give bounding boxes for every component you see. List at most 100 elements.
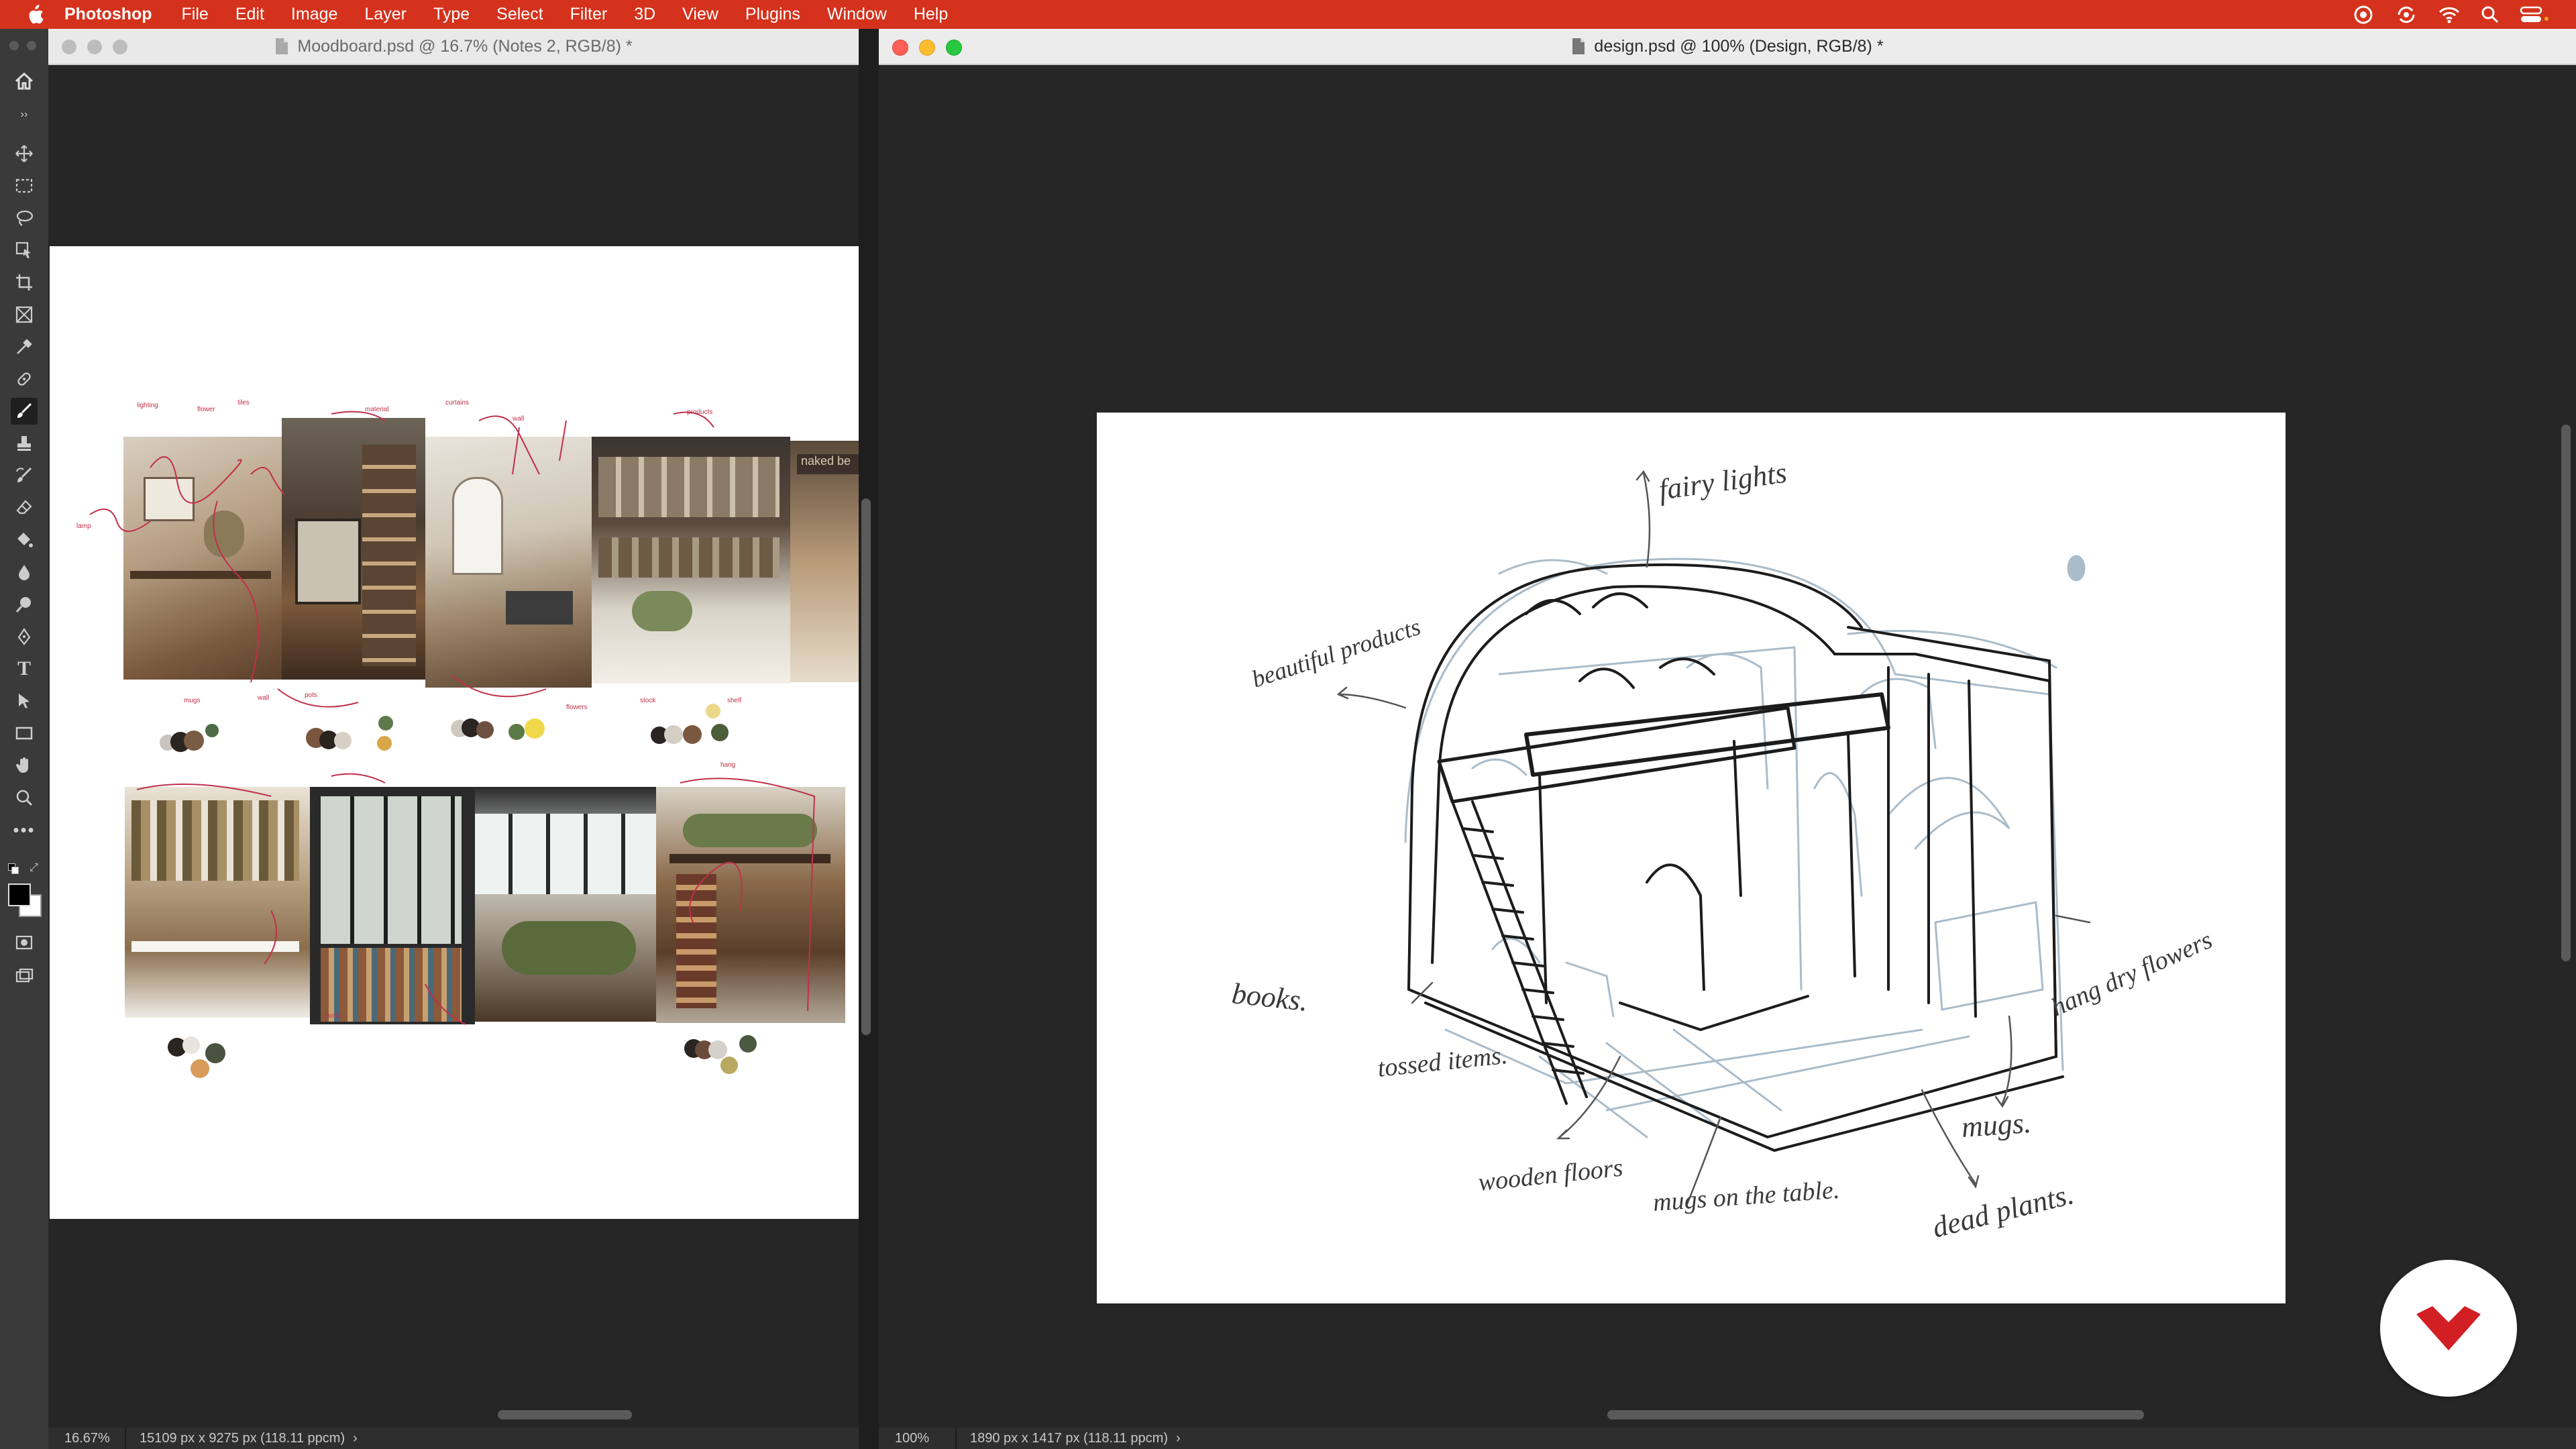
swap-colors-icon[interactable]: ⤢	[30, 862, 38, 874]
zoom-button[interactable]	[113, 40, 127, 54]
eraser-tool-icon[interactable]	[11, 494, 38, 521]
history-brush-icon[interactable]	[11, 462, 38, 489]
chevron-right-icon[interactable]: ›	[353, 1431, 358, 1446]
menu-3d[interactable]: 3D	[634, 5, 655, 24]
type-tool-icon[interactable]: T	[11, 655, 38, 682]
minimize-button[interactable]	[87, 40, 102, 54]
pen-tool-icon[interactable]	[11, 623, 38, 650]
minimize-button[interactable]	[919, 40, 935, 56]
marquee-tool-icon[interactable]	[11, 172, 38, 199]
vertical-scrollbar[interactable]	[2561, 425, 2571, 961]
menu-photoshop[interactable]: Photoshop	[64, 5, 152, 24]
moodboard-canvas[interactable]: naked be lighting flower tiles material …	[50, 246, 859, 1219]
search-icon[interactable]	[2481, 5, 2500, 24]
svg-text:books: books	[325, 1012, 343, 1020]
svg-text:tiles: tiles	[237, 399, 250, 407]
svg-text:products: products	[687, 409, 712, 416]
lasso-tool-icon[interactable]	[11, 205, 38, 231]
quick-mask-icon[interactable]	[11, 929, 38, 956]
horizontal-scrollbar[interactable]	[498, 1410, 632, 1419]
rectangle-tool-icon[interactable]	[11, 720, 38, 747]
brand-logo-icon	[2416, 1306, 2481, 1350]
wifi-icon[interactable]	[2438, 5, 2461, 24]
menu-help[interactable]: Help	[914, 5, 948, 24]
eyedropper-tool-icon[interactable]	[11, 333, 38, 360]
more-tools-icon[interactable]: •••	[11, 816, 38, 843]
menu-file[interactable]: File	[182, 5, 209, 24]
chevron-right-icon[interactable]: ›	[1176, 1431, 1181, 1446]
stamp-tool-icon[interactable]	[11, 430, 38, 457]
svg-text:flowers: flowers	[566, 704, 588, 711]
close-button[interactable]	[62, 40, 76, 54]
creative-cloud-icon[interactable]	[2352, 5, 2375, 25]
dodge-tool-icon[interactable]	[11, 591, 38, 618]
document-icon	[276, 38, 288, 54]
menu-filter[interactable]: Filter	[570, 5, 608, 24]
moodboard-titlebar[interactable]: Moodboard.psd @ 16.7% (Notes 2, RGB/8) *	[48, 29, 859, 65]
control-center-icon[interactable]	[2520, 5, 2549, 24]
document-title: design.psd @ 100% (Design, RGB/8) *	[1594, 36, 1884, 56]
window-divider	[859, 29, 879, 1449]
foreground-color-swatch[interactable]	[8, 883, 31, 906]
design-canvas[interactable]: fairy lights beautiful products books. t…	[1097, 413, 2286, 1303]
vertical-scrollbar[interactable]	[861, 498, 871, 1035]
menu-image[interactable]: Image	[291, 5, 337, 24]
tools-panel: ›› T ••• ⤢	[0, 29, 50, 1449]
home-icon[interactable]	[11, 68, 38, 95]
svg-text:shelf: shelf	[727, 697, 741, 704]
svg-text:pots: pots	[305, 692, 317, 699]
window-controls[interactable]	[62, 40, 127, 54]
hand-tool-icon[interactable]	[11, 752, 38, 779]
zoom-tool-icon[interactable]	[11, 784, 38, 811]
default-colors-icon[interactable]	[8, 863, 19, 874]
menubar: Photoshop File Edit Image Layer Type Sel…	[0, 0, 2576, 29]
design-titlebar[interactable]: design.psd @ 100% (Design, RGB/8) *	[879, 29, 2576, 65]
apple-icon[interactable]	[23, 3, 47, 27]
screen-mode-icon[interactable]	[11, 963, 38, 989]
menu-plugins[interactable]: Plugins	[745, 5, 800, 24]
healing-brush-icon[interactable]	[11, 366, 38, 392]
svg-text:wall: wall	[512, 415, 524, 423]
document-info: 1890 px x 1417 px (118.11 ppcm)	[970, 1430, 1168, 1446]
svg-text:wall: wall	[257, 694, 269, 702]
note-tossed-items: tossed items.	[1377, 1041, 1509, 1083]
menu-type[interactable]: Type	[433, 5, 470, 24]
zoom-level[interactable]: 100%	[879, 1428, 957, 1449]
zoom-button[interactable]	[946, 40, 962, 56]
crop-tool-icon[interactable]	[11, 269, 38, 296]
note-mugs: mugs.	[1960, 1106, 2032, 1144]
menu-window[interactable]: Window	[827, 5, 887, 24]
menu-view[interactable]: View	[682, 5, 718, 24]
horizontal-scrollbar[interactable]	[1607, 1410, 2144, 1419]
note-fairy-lights: fairy lights	[1657, 456, 1789, 506]
brush-tool-icon[interactable]	[11, 398, 38, 425]
close-button[interactable]	[892, 40, 908, 56]
menu-layer[interactable]: Layer	[364, 5, 407, 24]
expand-panel-icon[interactable]: ››	[11, 101, 38, 128]
status-bar: 100% 1890 px x 1417 px (118.11 ppcm) ›	[879, 1428, 2576, 1449]
move-tool-icon[interactable]	[11, 140, 38, 167]
menu-edit[interactable]: Edit	[235, 5, 264, 24]
document-info: 15109 px x 9275 px (118.11 ppcm)	[140, 1430, 345, 1446]
blur-tool-icon[interactable]	[11, 559, 38, 586]
svg-text:curtains: curtains	[445, 399, 469, 407]
svg-text:material: material	[365, 406, 389, 413]
brand-logo-button[interactable]	[2380, 1260, 2517, 1397]
object-select-tool-icon[interactable]	[11, 237, 38, 264]
sync-icon[interactable]	[2395, 5, 2418, 25]
paint-bucket-icon[interactable]	[11, 527, 38, 553]
note-books: books.	[1230, 977, 1309, 1018]
frame-tool-icon[interactable]	[11, 301, 38, 328]
panel-window-controls[interactable]	[9, 41, 36, 50]
design-document-window: design.psd @ 100% (Design, RGB/8) * fair…	[879, 29, 2576, 1449]
zoom-level[interactable]: 16.67%	[48, 1428, 126, 1449]
note-mugs-on-table: mugs on the table.	[1652, 1176, 1841, 1217]
svg-text:lamp: lamp	[76, 523, 91, 530]
note-beautiful-products: beautiful products	[1248, 613, 1424, 693]
window-controls[interactable]	[892, 40, 962, 56]
svg-text:mugs: mugs	[184, 697, 200, 704]
note-wooden-floors: wooden floors	[1477, 1154, 1625, 1197]
note-hang-dry-flowers: hang dry flowers	[2047, 926, 2216, 1022]
path-select-icon[interactable]	[11, 688, 38, 714]
menu-select[interactable]: Select	[496, 5, 543, 24]
